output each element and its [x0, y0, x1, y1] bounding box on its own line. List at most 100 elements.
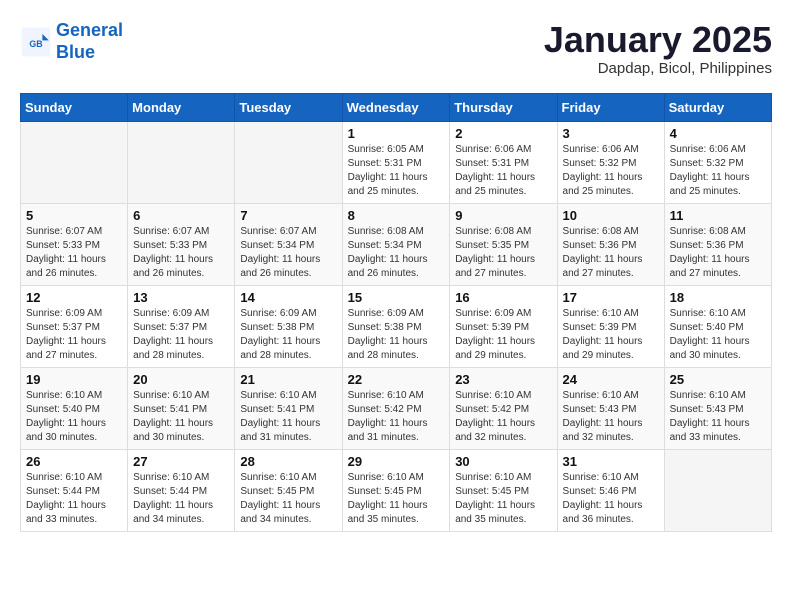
calendar-cell: 27 Sunrise: 6:10 AM Sunset: 5:44 PM Dayli…: [128, 449, 235, 531]
title-block: January 2025 Dapdap, Bicol, Philippines: [544, 20, 772, 77]
calendar-cell: 17 Sunrise: 6:10 AM Sunset: 5:39 PM Dayli…: [557, 285, 664, 367]
calendar-cell: 4Sunrise: 6:06 AM Sunset: 5:32 PM Daylig…: [664, 121, 771, 203]
day-number: 15: [348, 290, 445, 305]
calendar-cell: 18 Sunrise: 6:10 AM Sunset: 5:40 PM Dayli…: [664, 285, 771, 367]
day-info: Sunrise: 6:10 AM Sunset: 5:41 PM Dayligh…: [240, 389, 336, 445]
page: GB General Blue January 2025 Dapdap, Bic…: [0, 0, 792, 542]
day-info: Sunrise: 6:10 AM Sunset: 5:44 PM Dayligh…: [26, 471, 122, 527]
day-number: 16: [455, 290, 551, 305]
day-number: 12: [26, 290, 122, 305]
calendar-cell: 21 Sunrise: 6:10 AM Sunset: 5:41 PM Dayli…: [235, 367, 342, 449]
calendar-cell: 20 Sunrise: 6:10 AM Sunset: 5:41 PM Dayli…: [128, 367, 235, 449]
day-number: 1: [348, 126, 445, 141]
calendar-cell: 16 Sunrise: 6:09 AM Sunset: 5:39 PM Dayli…: [450, 285, 557, 367]
day-info: Sunrise: 6:10 AM Sunset: 5:45 PM Dayligh…: [455, 471, 551, 527]
calendar-week-1: 1 Sunrise: 6:05 AM Sunset: 5:31 PM Daylig…: [21, 121, 772, 203]
col-tuesday: Tuesday: [235, 93, 342, 121]
calendar-table: Sunday Monday Tuesday Wednesday Thursday…: [20, 93, 772, 532]
day-number: 20: [133, 372, 229, 387]
calendar-cell: 23 Sunrise: 6:10 AM Sunset: 5:42 PM Dayli…: [450, 367, 557, 449]
day-number: 8: [348, 208, 445, 223]
day-info: Sunrise: 6:09 AM Sunset: 5:38 PM Dayligh…: [240, 307, 336, 363]
calendar-cell: 2Sunrise: 6:06 AM Sunset: 5:31 PM Daylig…: [450, 121, 557, 203]
calendar-cell: 29 Sunrise: 6:10 AM Sunset: 5:45 PM Dayli…: [342, 449, 450, 531]
calendar-cell: 8 Sunrise: 6:08 AM Sunset: 5:34 PM Daylig…: [342, 203, 450, 285]
col-sunday: Sunday: [21, 93, 128, 121]
day-info: Sunrise: 6:09 AM Sunset: 5:38 PM Dayligh…: [348, 307, 445, 363]
day-number: 22: [348, 372, 445, 387]
day-info: Sunrise: 6:08 AM Sunset: 5:36 PM Dayligh…: [670, 225, 766, 281]
day-info: Sunrise: 6:10 AM Sunset: 5:42 PM Dayligh…: [348, 389, 445, 445]
day-info: Sunrise: 6:10 AM Sunset: 5:39 PM Dayligh…: [563, 307, 659, 363]
day-number: 25: [670, 372, 766, 387]
col-wednesday: Wednesday: [342, 93, 450, 121]
day-number: 14: [240, 290, 336, 305]
day-number: 24: [563, 372, 659, 387]
day-info: Sunrise: 6:08 AM Sunset: 5:36 PM Dayligh…: [563, 225, 659, 281]
day-info: Sunrise: 6:08 AM Sunset: 5:35 PM Dayligh…: [455, 225, 551, 281]
day-info: Sunrise: 6:10 AM Sunset: 5:44 PM Dayligh…: [133, 471, 229, 527]
day-info: Sunrise: 6:10 AM Sunset: 5:45 PM Dayligh…: [348, 471, 445, 527]
day-info: Sunrise: 6:05 AM Sunset: 5:31 PM Dayligh…: [348, 143, 445, 199]
day-number: 13: [133, 290, 229, 305]
day-number: 7: [240, 208, 336, 223]
day-info: Sunrise: 6:10 AM Sunset: 5:43 PM Dayligh…: [563, 389, 659, 445]
day-number: 17: [563, 290, 659, 305]
day-number: 26: [26, 454, 122, 469]
location: Dapdap, Bicol, Philippines: [544, 60, 772, 77]
day-info: Sunrise: 6:07 AM Sunset: 5:33 PM Dayligh…: [133, 225, 229, 281]
day-number: 18: [670, 290, 766, 305]
calendar-cell: 14 Sunrise: 6:09 AM Sunset: 5:38 PM Dayli…: [235, 285, 342, 367]
logo: GB General Blue: [20, 20, 123, 63]
day-info: Sunrise: 6:10 AM Sunset: 5:45 PM Dayligh…: [240, 471, 336, 527]
calendar-cell: 25Sunrise: 6:10 AM Sunset: 5:43 PM Dayli…: [664, 367, 771, 449]
calendar-week-5: 26 Sunrise: 6:10 AM Sunset: 5:44 PM Dayli…: [21, 449, 772, 531]
calendar-cell: 1 Sunrise: 6:05 AM Sunset: 5:31 PM Daylig…: [342, 121, 450, 203]
svg-text:GB: GB: [29, 38, 42, 48]
day-info: Sunrise: 6:09 AM Sunset: 5:37 PM Dayligh…: [26, 307, 122, 363]
day-number: 2: [455, 126, 551, 141]
day-number: 6: [133, 208, 229, 223]
day-info: Sunrise: 6:10 AM Sunset: 5:41 PM Dayligh…: [133, 389, 229, 445]
day-number: 21: [240, 372, 336, 387]
col-thursday: Thursday: [450, 93, 557, 121]
day-number: 11: [670, 208, 766, 223]
calendar-cell: 6 Sunrise: 6:07 AM Sunset: 5:33 PM Daylig…: [128, 203, 235, 285]
calendar-cell: 31Sunrise: 6:10 AM Sunset: 5:46 PM Dayli…: [557, 449, 664, 531]
month-title: January 2025: [544, 20, 772, 60]
calendar-cell: 12 Sunrise: 6:09 AM Sunset: 5:37 PM Dayli…: [21, 285, 128, 367]
calendar-cell: 9 Sunrise: 6:08 AM Sunset: 5:35 PM Daylig…: [450, 203, 557, 285]
day-info: Sunrise: 6:08 AM Sunset: 5:34 PM Dayligh…: [348, 225, 445, 281]
calendar-cell: 3Sunrise: 6:06 AM Sunset: 5:32 PM Daylig…: [557, 121, 664, 203]
calendar-cell: [128, 121, 235, 203]
logo-line2: Blue: [56, 42, 95, 62]
day-info: Sunrise: 6:10 AM Sunset: 5:40 PM Dayligh…: [670, 307, 766, 363]
calendar-cell: [21, 121, 128, 203]
day-info: Sunrise: 6:09 AM Sunset: 5:37 PM Dayligh…: [133, 307, 229, 363]
day-number: 27: [133, 454, 229, 469]
day-info: Sunrise: 6:10 AM Sunset: 5:46 PM Dayligh…: [563, 471, 659, 527]
day-number: 5: [26, 208, 122, 223]
day-info: Sunrise: 6:09 AM Sunset: 5:39 PM Dayligh…: [455, 307, 551, 363]
day-info: Sunrise: 6:07 AM Sunset: 5:34 PM Dayligh…: [240, 225, 336, 281]
calendar-header-row: Sunday Monday Tuesday Wednesday Thursday…: [21, 93, 772, 121]
calendar-cell: 30 Sunrise: 6:10 AM Sunset: 5:45 PM Dayli…: [450, 449, 557, 531]
day-info: Sunrise: 6:10 AM Sunset: 5:42 PM Dayligh…: [455, 389, 551, 445]
calendar-cell: 22 Sunrise: 6:10 AM Sunset: 5:42 PM Dayli…: [342, 367, 450, 449]
calendar-week-3: 12 Sunrise: 6:09 AM Sunset: 5:37 PM Dayli…: [21, 285, 772, 367]
calendar-cell: [664, 449, 771, 531]
day-number: 29: [348, 454, 445, 469]
day-number: 30: [455, 454, 551, 469]
day-info: Sunrise: 6:07 AM Sunset: 5:33 PM Dayligh…: [26, 225, 122, 281]
calendar-cell: 26 Sunrise: 6:10 AM Sunset: 5:44 PM Dayli…: [21, 449, 128, 531]
day-number: 19: [26, 372, 122, 387]
calendar-cell: 28Sunrise: 6:10 AM Sunset: 5:45 PM Dayli…: [235, 449, 342, 531]
logo-text: General Blue: [56, 20, 123, 63]
day-number: 23: [455, 372, 551, 387]
calendar-cell: 19Sunrise: 6:10 AM Sunset: 5:40 PM Dayli…: [21, 367, 128, 449]
calendar-cell: 11 Sunrise: 6:08 AM Sunset: 5:36 PM Dayli…: [664, 203, 771, 285]
day-number: 3: [563, 126, 659, 141]
calendar-week-4: 19Sunrise: 6:10 AM Sunset: 5:40 PM Dayli…: [21, 367, 772, 449]
day-number: 9: [455, 208, 551, 223]
calendar-week-2: 5 Sunrise: 6:07 AM Sunset: 5:33 PM Daylig…: [21, 203, 772, 285]
